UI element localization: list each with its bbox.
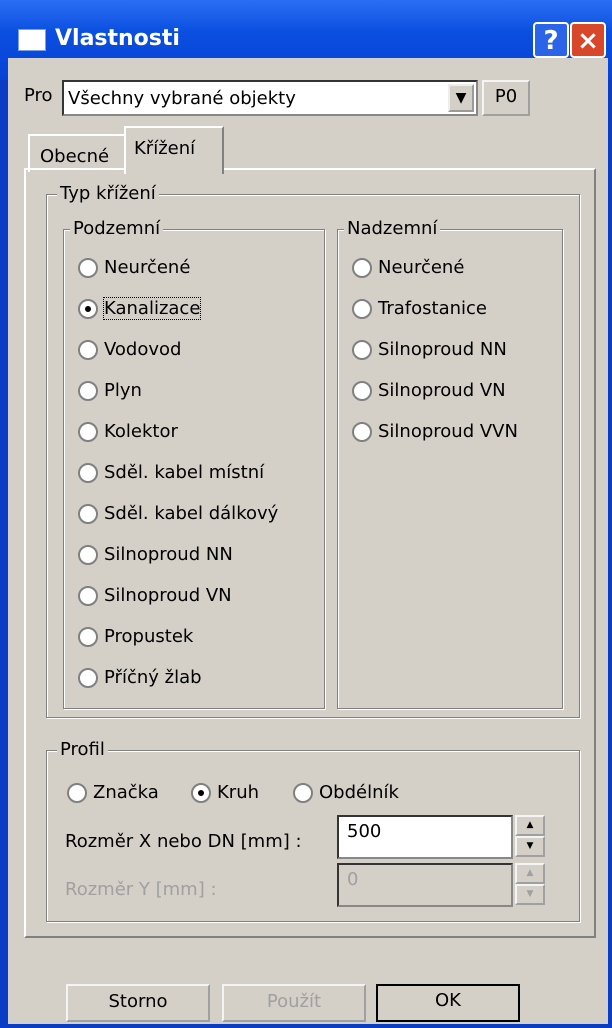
ok-button[interactable]: OK	[376, 984, 520, 1022]
podzemni-option-label[interactable]: Sděl. kabel dálkový	[104, 503, 278, 524]
dialog-window: Vlastnosti ? × Pro Všechny vybrané objek…	[0, 0, 612, 1028]
podzemni-option-label[interactable]: Kolektor	[104, 421, 178, 442]
podzemni-option-label[interactable]: Neurčené	[104, 257, 190, 278]
rozmer-y-spinner: ▲ ▼	[515, 863, 545, 907]
podzemni-option-radio[interactable]	[78, 381, 98, 401]
podzemni-option-label[interactable]: Příčný žlab	[104, 667, 202, 688]
podzemni-option-label[interactable]: Plyn	[104, 380, 142, 401]
storno-button[interactable]: Storno	[66, 984, 210, 1022]
nadzemni-option-label[interactable]: Trafostanice	[378, 298, 487, 319]
p0-button[interactable]: P0	[482, 80, 530, 116]
podzemni-option-label[interactable]: Sděl. kabel místní	[104, 462, 264, 483]
profil-group: Profil Značka Kruh Obdélník Rozměr X nebo …	[46, 739, 580, 922]
rozmer-y-input: 0	[337, 863, 513, 907]
nadzemni-option-radio[interactable]	[352, 258, 372, 278]
window-icon	[18, 29, 46, 51]
podzemni-option-label[interactable]: Kanalizace	[102, 297, 202, 320]
profil-option-label[interactable]: Obdélník	[319, 782, 399, 803]
rozmer-x-input[interactable]: 500	[337, 815, 513, 859]
chevron-down-icon[interactable]: ▼	[448, 84, 474, 112]
rozmer-x-spinner[interactable]: ▲ ▼	[515, 815, 545, 859]
typ-krizeni-legend: Typ křížení	[57, 183, 159, 204]
profil-option-label[interactable]: Kruh	[217, 782, 259, 803]
nadzemni-legend: Nadzemní	[344, 218, 441, 239]
tab-obecne-label: Obecné	[40, 146, 110, 167]
profil-option-radio[interactable]	[67, 783, 87, 803]
podzemni-option-radio[interactable]	[78, 504, 98, 524]
pro-label: Pro	[24, 85, 53, 106]
spin-down-icon[interactable]: ▼	[515, 836, 545, 857]
podzemni-option-radio[interactable]	[78, 627, 98, 647]
tab-obecne[interactable]: Obecné	[28, 134, 128, 172]
nadzemni-option-label[interactable]: Silnoproud VVN	[378, 421, 518, 442]
tab-krizeni-label: Křížení	[134, 138, 196, 159]
podzemni-option-radio[interactable]	[78, 463, 98, 483]
spin-up-icon: ▲	[515, 863, 545, 884]
nadzemni-option-radio[interactable]	[352, 422, 372, 442]
tab-panel: Typ křížení Podzemní Neurčené Kanalizace V…	[24, 168, 596, 938]
profil-option-radio[interactable]	[191, 783, 211, 803]
window-title: Vlastnosti	[55, 26, 180, 51]
nadzemni-option-radio[interactable]	[352, 381, 372, 401]
tab-krizeni[interactable]: Křížení	[124, 126, 224, 174]
nadzemni-group: Nadzemní Neurčené Trafostanice Silnoproud …	[337, 218, 563, 709]
nadzemni-option-radio[interactable]	[352, 340, 372, 360]
nadzemni-option-label[interactable]: Neurčené	[378, 257, 464, 278]
podzemni-legend: Podzemní	[70, 218, 164, 239]
nadzemni-option-radio[interactable]	[352, 299, 372, 319]
podzemni-option-radio[interactable]	[78, 668, 98, 688]
podzemni-option-radio[interactable]	[78, 586, 98, 606]
podzemni-option-radio[interactable]	[78, 340, 98, 360]
rozmer-x-label: Rozměr X nebo DN [mm] :	[65, 831, 302, 852]
nadzemni-option-label[interactable]: Silnoproud NN	[378, 339, 507, 360]
nadzemni-option-label[interactable]: Silnoproud VN	[378, 380, 506, 401]
spin-up-icon[interactable]: ▲	[515, 815, 545, 836]
pro-combobox-value: Všechny vybrané objekty	[68, 88, 296, 109]
podzemni-option-radio[interactable]	[78, 299, 98, 319]
podzemni-option-label[interactable]: Silnoproud NN	[104, 544, 233, 565]
pouzit-button: Použít	[222, 984, 366, 1022]
spin-down-icon: ▼	[515, 884, 545, 905]
podzemni-option-radio[interactable]	[78, 545, 98, 565]
podzemni-option-radio[interactable]	[78, 258, 98, 278]
close-button[interactable]: ×	[570, 22, 606, 58]
dialog-body: Pro Všechny vybrané objekty ▼ P0 Obecné …	[8, 58, 608, 1024]
profil-option-radio[interactable]	[293, 783, 313, 803]
podzemni-option-label[interactable]: Propustek	[104, 626, 193, 647]
podzemni-option-label[interactable]: Silnoproud VN	[104, 585, 232, 606]
profil-option-label[interactable]: Značka	[93, 782, 159, 803]
profil-legend: Profil	[57, 739, 108, 760]
rozmer-y-label: Rozměr Y [mm] :	[65, 879, 217, 900]
help-button[interactable]: ?	[533, 22, 569, 58]
podzemni-group: Podzemní Neurčené Kanalizace Vodovod Plyn Ko…	[63, 218, 325, 709]
typ-krizeni-group: Typ křížení Podzemní Neurčené Kanalizace V…	[46, 183, 580, 718]
podzemni-option-label[interactable]: Vodovod	[104, 339, 181, 360]
podzemni-option-radio[interactable]	[78, 422, 98, 442]
pro-combobox[interactable]: Všechny vybrané objekty ▼	[62, 80, 478, 116]
